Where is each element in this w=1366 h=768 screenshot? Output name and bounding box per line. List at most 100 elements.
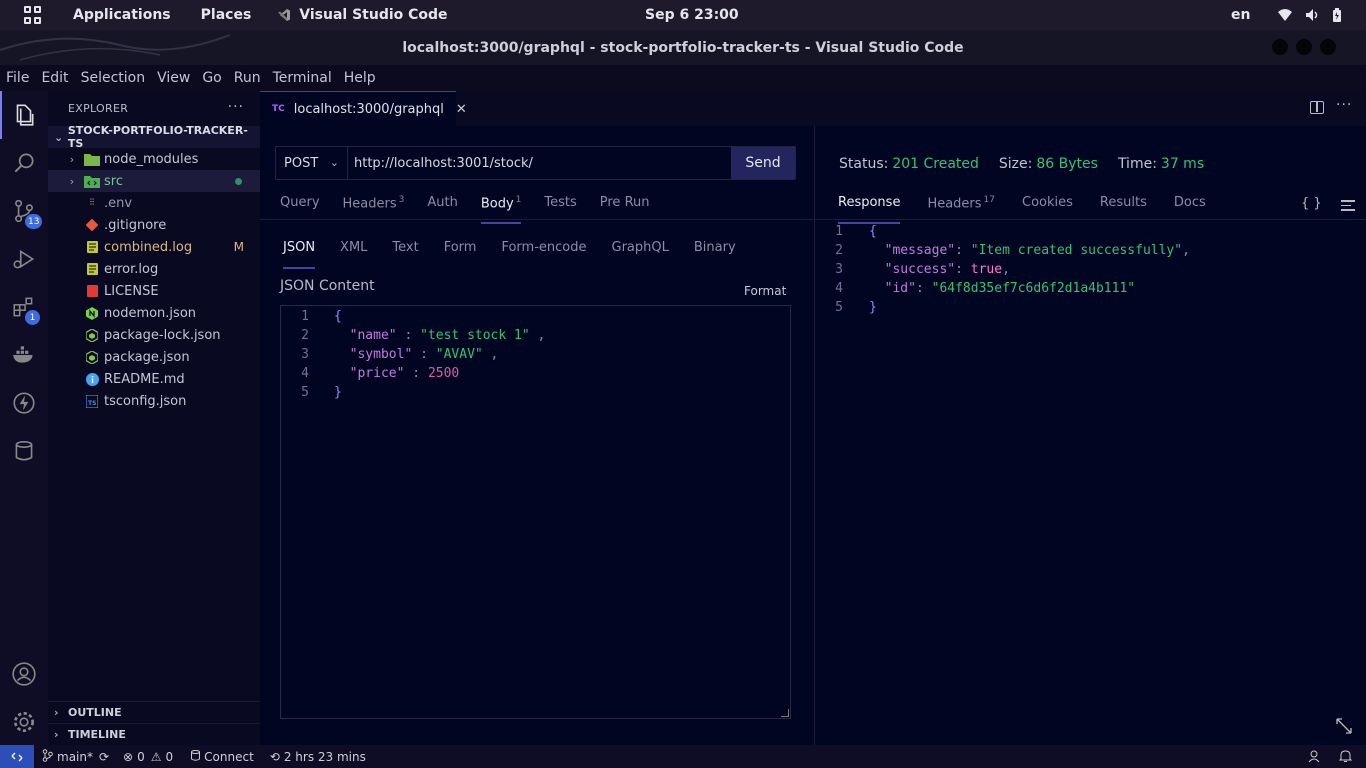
- tab-docs[interactable]: Docs: [1174, 195, 1206, 219]
- json-key: "price": [349, 366, 405, 381]
- tree-item-node-modules[interactable]: › node_modules: [48, 148, 260, 170]
- tree-item-nodemon-json[interactable]: nodemon.json: [48, 302, 260, 324]
- close-window-button[interactable]: [1320, 39, 1336, 55]
- tab-label: Response: [838, 195, 901, 210]
- resize-handle[interactable]: [781, 709, 789, 717]
- braces-icon[interactable]: { }: [1301, 196, 1322, 211]
- source-control-icon[interactable]: 13: [0, 187, 48, 235]
- chevron-right-icon: ›: [69, 174, 75, 188]
- tab-pre-run[interactable]: Pre Run: [600, 195, 650, 219]
- line-number: 1: [301, 309, 309, 324]
- clock[interactable]: Sep 6 23:00: [645, 7, 739, 23]
- tree-item-license[interactable]: LICENSE: [48, 280, 260, 302]
- menu-run[interactable]: Run: [234, 70, 261, 86]
- menu-help[interactable]: Help: [344, 70, 376, 86]
- more-actions-icon[interactable]: ···: [1336, 97, 1352, 113]
- tree-item-env[interactable]: ⫶⫶ .env: [48, 192, 260, 214]
- body-tab-text[interactable]: Text: [392, 240, 418, 264]
- thunder-client-tab-icon: TC: [272, 104, 285, 114]
- extensions-icon[interactable]: 1: [0, 283, 48, 331]
- body-tab-form[interactable]: Form: [444, 240, 477, 264]
- tab-query[interactable]: Query: [280, 195, 320, 219]
- tab-graphql[interactable]: TC localhost:3000/graphql ✕: [260, 91, 467, 126]
- tree-item-package-lock-json[interactable]: package-lock.json: [48, 324, 260, 346]
- remote-icon[interactable]: [0, 745, 34, 768]
- menu-lines-icon[interactable]: [1341, 200, 1355, 212]
- sync-icon[interactable]: ⟳: [99, 750, 109, 764]
- docker-icon[interactable]: [0, 331, 48, 379]
- more-actions-icon[interactable]: ···: [228, 99, 244, 115]
- body-tab-binary[interactable]: Binary: [694, 240, 736, 264]
- expand-icon[interactable]: [1334, 716, 1354, 736]
- tree-item-src[interactable]: › src: [48, 170, 260, 192]
- applications-menu[interactable]: Applications: [73, 7, 171, 23]
- menu-file[interactable]: File: [6, 70, 29, 86]
- tab-response-headers[interactable]: Headers 17: [927, 195, 995, 219]
- run-debug-icon[interactable]: [0, 235, 48, 283]
- notifications-bell-icon[interactable]: [1338, 749, 1353, 767]
- tab-auth[interactable]: Auth: [427, 195, 457, 219]
- tab-tests[interactable]: Tests: [544, 195, 576, 219]
- body-tab-json[interactable]: JSON: [283, 240, 316, 269]
- folder-src-icon: [84, 173, 100, 189]
- method-select[interactable]: POST ⌄: [276, 147, 348, 179]
- body-tab-graphql[interactable]: GraphQL: [612, 240, 669, 264]
- tab-cookies[interactable]: Cookies: [1022, 195, 1073, 219]
- send-button[interactable]: Send: [731, 147, 795, 179]
- tree-item-tsconfig[interactable]: TS tsconfig.json: [48, 390, 260, 412]
- wifi-icon[interactable]: [1278, 8, 1292, 22]
- settings-gear-icon[interactable]: [0, 698, 48, 746]
- tree-item-gitignore[interactable]: .gitignore: [48, 214, 260, 236]
- minimize-button[interactable]: [1272, 39, 1288, 55]
- tab-response[interactable]: Response: [838, 195, 901, 224]
- npm-file-icon: [84, 349, 100, 365]
- time-tracker[interactable]: ⟲ 2 hrs 23 mins: [270, 750, 366, 764]
- tree-item-label: .gitignore: [104, 217, 167, 233]
- apps-grid-icon[interactable]: [24, 6, 42, 24]
- menu-edit[interactable]: Edit: [41, 70, 68, 86]
- tree-item-package-json[interactable]: package.json: [48, 346, 260, 368]
- split-editor-icon[interactable]: [1310, 101, 1324, 114]
- menu-view[interactable]: View: [157, 70, 190, 86]
- account-icon[interactable]: [0, 650, 48, 698]
- menu-selection[interactable]: Selection: [81, 70, 146, 86]
- json-body-editor[interactable]: 1 { 2 "name" : "test stock 1" , 3 "symbo…: [280, 305, 791, 719]
- json-content-title: JSON Content: [280, 278, 375, 294]
- volume-icon[interactable]: [1305, 8, 1319, 22]
- chevron-right-icon: ›: [54, 728, 59, 741]
- thunder-client-icon[interactable]: [0, 379, 48, 427]
- project-folder-header[interactable]: ⌄ STOCK-PORTFOLIO-TRACKER-TS: [48, 124, 260, 150]
- problems-indicator[interactable]: ⊗ 0 ⚠ 0: [123, 750, 173, 764]
- tree-item-label: LICENSE: [104, 283, 159, 299]
- body-tab-form-encode[interactable]: Form-encode: [501, 240, 586, 264]
- tab-headers[interactable]: Headers 3: [343, 195, 405, 219]
- url-bar: POST ⌄ Send: [275, 146, 796, 180]
- system-tray[interactable]: [1278, 8, 1346, 22]
- timeline-section[interactable]: › TIMELINE: [48, 723, 260, 745]
- outline-section[interactable]: › OUTLINE: [48, 701, 260, 723]
- keyboard-language[interactable]: en: [1231, 7, 1250, 23]
- database-icon[interactable]: [0, 427, 48, 475]
- tab-label: Pre Run: [599, 195, 650, 210]
- search-icon[interactable]: [0, 139, 48, 187]
- tab-body[interactable]: Body 1: [480, 195, 521, 224]
- git-branch[interactable]: main* ⟳: [42, 748, 113, 765]
- feedback-icon[interactable]: [1307, 749, 1321, 767]
- close-icon[interactable]: ✕: [456, 102, 467, 117]
- battery-icon[interactable]: [1332, 8, 1346, 22]
- tab-results[interactable]: Results: [1100, 195, 1147, 219]
- maximize-button[interactable]: [1296, 39, 1312, 55]
- places-menu[interactable]: Places: [201, 7, 252, 23]
- format-button[interactable]: Format: [744, 284, 786, 298]
- active-app-name[interactable]: Visual Studio Code: [299, 7, 447, 23]
- menu-go[interactable]: Go: [202, 70, 221, 86]
- explorer-icon[interactable]: [0, 91, 48, 139]
- url-input[interactable]: [348, 147, 731, 179]
- tree-item-readme[interactable]: README.md: [48, 368, 260, 390]
- menu-terminal[interactable]: Terminal: [273, 70, 332, 86]
- database-connect[interactable]: Connect: [191, 749, 254, 764]
- tree-item-combined-log[interactable]: combined.log M: [48, 236, 260, 258]
- body-tab-xml[interactable]: XML: [340, 240, 367, 264]
- code-token: }: [334, 385, 342, 400]
- tree-item-error-log[interactable]: error.log: [48, 258, 260, 280]
